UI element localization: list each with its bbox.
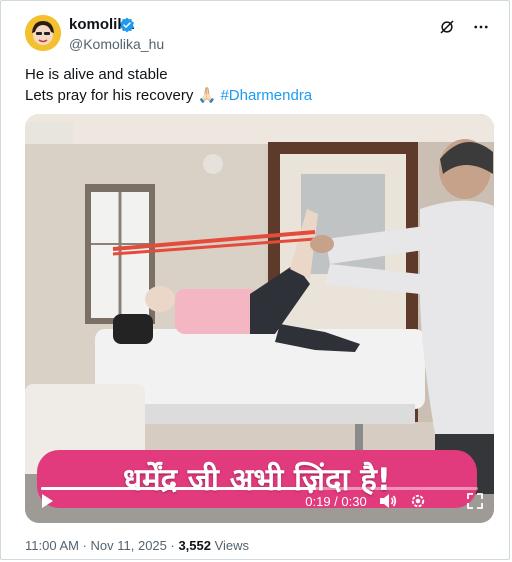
avatar[interactable] — [25, 15, 61, 51]
hashtag-link[interactable]: #Dharmendra — [220, 87, 312, 104]
settings-icon[interactable] — [407, 491, 429, 511]
progress-track[interactable] — [41, 487, 478, 490]
views-label: Views — [210, 538, 250, 553]
tweet-text-line-1: He is alive and stable — [25, 66, 168, 83]
views-count: 3,552 — [178, 538, 211, 553]
more-icon[interactable] — [471, 17, 491, 37]
tweet-text-line-2: Lets pray for his recovery 🙏🏻 #Dharmendr… — [25, 85, 495, 106]
author-handle[interactable]: @Komolika_hu — [69, 36, 164, 52]
verified-badge-icon — [119, 17, 135, 33]
video-time: 0:19 / 0:30 — [305, 493, 367, 509]
tweet-text-line-2-main: Lets pray for his recovery — [25, 87, 194, 104]
tweet-card: komolika @Komolika_hu He is alive and st… — [0, 0, 510, 560]
volume-icon[interactable] — [377, 491, 399, 511]
play-icon[interactable] — [37, 491, 57, 511]
timestamp[interactable]: 11:00 AM · Nov 11, 2025 · — [25, 538, 178, 553]
progress-fill — [41, 487, 317, 490]
grok-icon[interactable] — [437, 17, 457, 37]
fullscreen-icon[interactable] — [465, 491, 485, 511]
tweet-meta: 11:00 AM · Nov 11, 2025 · 3,552 Views — [25, 538, 249, 553]
tweet-text: He is alive and stable Lets pray for his… — [25, 64, 495, 106]
video-player[interactable]: धर्मेंद्र जी अभी ज़िंदा है! 0:19 / 0:30 — [25, 114, 494, 523]
pray-emoji: 🙏🏻 — [197, 87, 217, 104]
